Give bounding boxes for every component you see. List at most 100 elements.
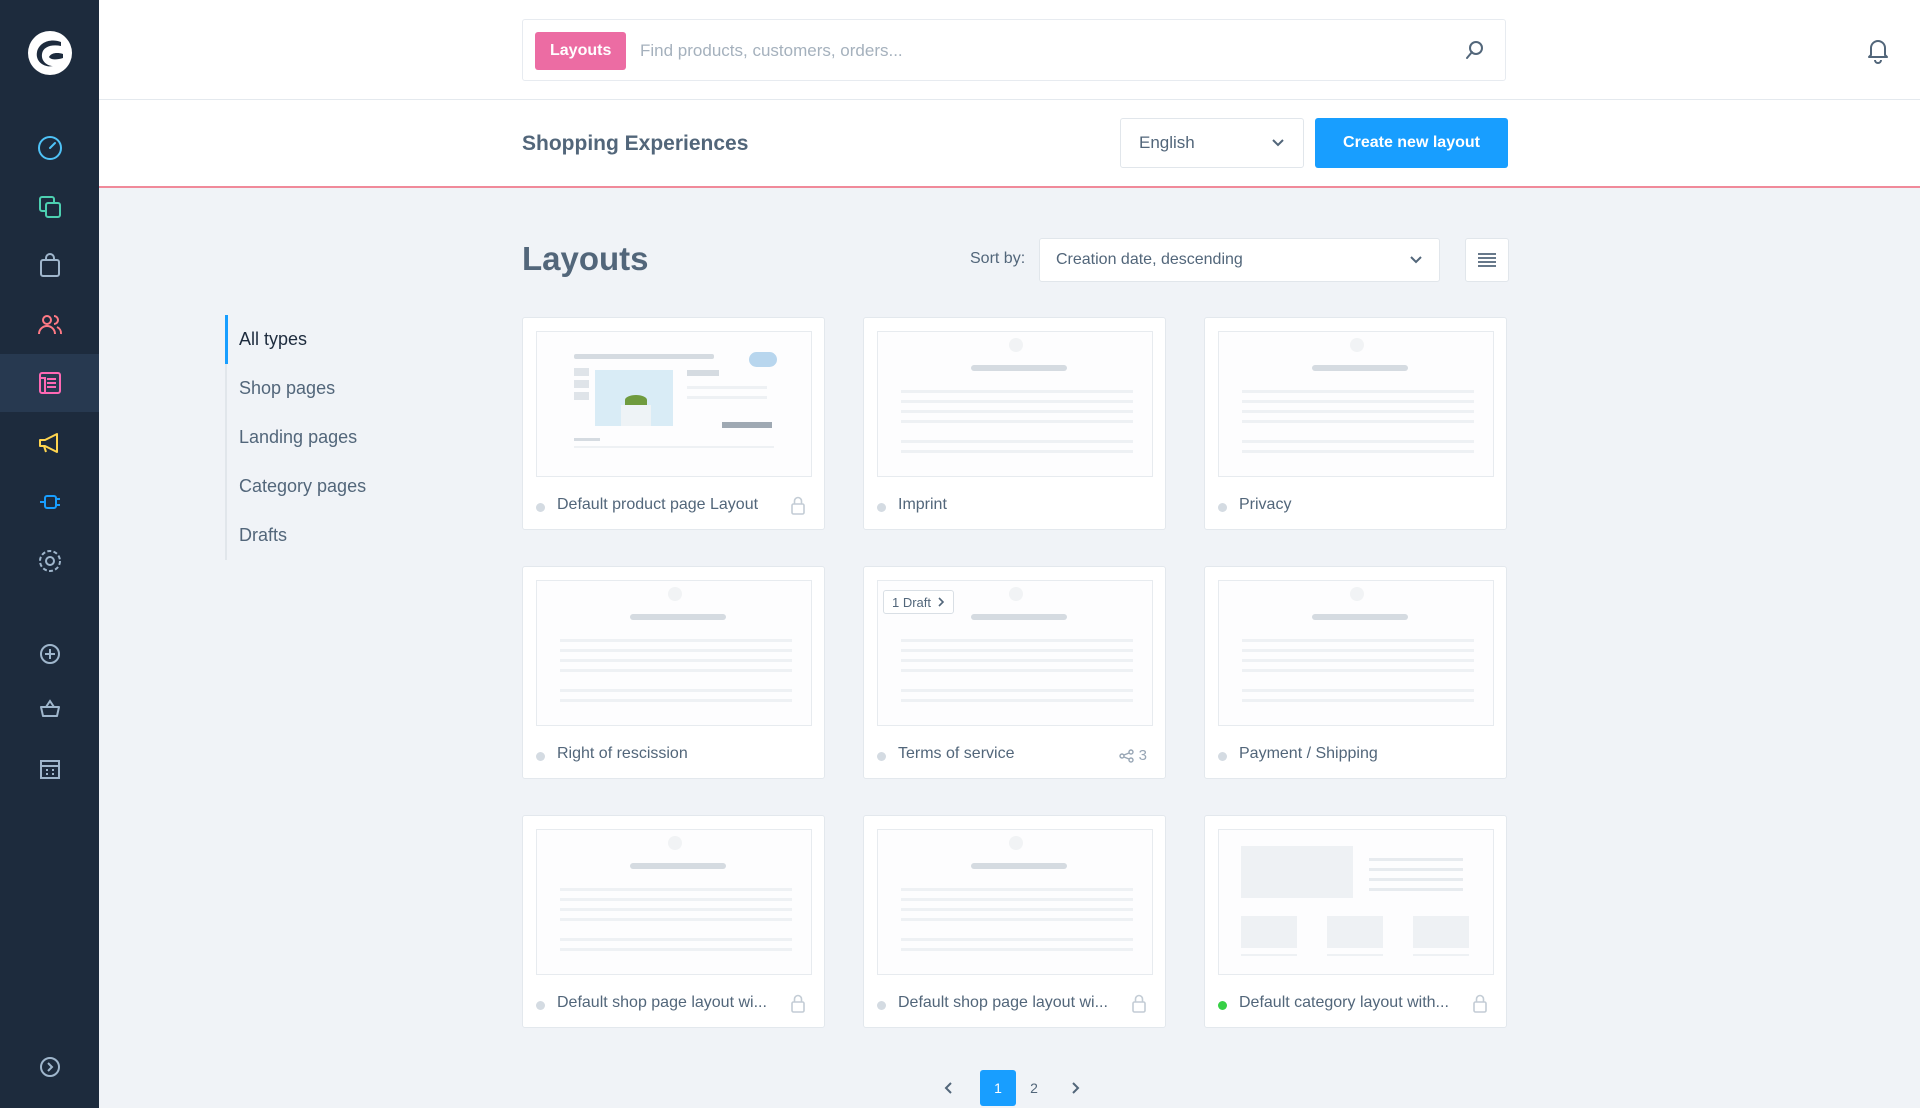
status-dot xyxy=(536,503,545,512)
page-1-button[interactable]: 1 xyxy=(980,1070,1016,1106)
layout-name: Default shop page layout wi... xyxy=(898,994,1108,1011)
basket-icon xyxy=(39,699,60,717)
gear-icon xyxy=(38,550,61,572)
layout-preview xyxy=(536,331,812,477)
plus-circle-icon xyxy=(39,644,60,664)
chevron-right-circle-icon xyxy=(39,1057,60,1077)
layout-card[interactable]: Default shop page layout wi... xyxy=(863,815,1166,1028)
filter-category-pages[interactable]: Category pages xyxy=(227,462,425,511)
layout-preview xyxy=(1218,829,1494,975)
plug-icon xyxy=(39,495,60,509)
nav-content[interactable] xyxy=(0,354,99,412)
list-icon xyxy=(1478,253,1496,267)
store-icon xyxy=(39,760,60,779)
nav-add[interactable] xyxy=(0,625,99,683)
status-dot xyxy=(877,752,886,761)
layout-card[interactable]: Right of rescission xyxy=(522,566,825,779)
layout-name: Payment / Shipping xyxy=(1239,745,1378,762)
layout-card[interactable]: Payment / Shipping xyxy=(1204,566,1507,779)
layout-name: Default product page Layout xyxy=(557,496,759,513)
nav-settings[interactable] xyxy=(0,532,99,590)
nav-dashboard[interactable] xyxy=(0,119,99,177)
bell-icon[interactable] xyxy=(1864,36,1892,64)
nav-catalogues[interactable] xyxy=(0,178,99,236)
nav-marketing[interactable] xyxy=(0,414,99,472)
layouts-heading: Layouts xyxy=(522,240,649,277)
layout-name: Right of rescission xyxy=(557,745,688,762)
layout-preview xyxy=(877,829,1153,975)
next-page-button[interactable] xyxy=(1058,1070,1094,1106)
filter-all-types[interactable]: All types xyxy=(225,315,425,364)
layout-preview xyxy=(536,580,812,726)
language-value: English xyxy=(1139,133,1195,152)
nav-customers[interactable] xyxy=(0,296,99,354)
layout-preview xyxy=(877,331,1153,477)
nav-shop[interactable] xyxy=(0,680,99,738)
page-2-button[interactable]: 2 xyxy=(1016,1070,1052,1106)
chevron-right-icon xyxy=(1072,1082,1080,1094)
assignments-count: 3 xyxy=(1118,747,1147,764)
search-icon[interactable] xyxy=(1463,38,1487,62)
layout-card[interactable]: Default shop page layout wi... xyxy=(522,815,825,1028)
megaphone-icon xyxy=(38,433,58,453)
status-dot-active xyxy=(1218,1001,1227,1010)
list-view-toggle[interactable] xyxy=(1465,238,1509,282)
status-dot xyxy=(1218,752,1227,761)
layout-name: Default shop page layout wi... xyxy=(557,994,767,1011)
filter-landing-pages[interactable]: Landing pages xyxy=(227,413,425,462)
filter-drafts[interactable]: Drafts xyxy=(227,511,425,560)
status-dot xyxy=(536,752,545,761)
layout-name: Terms of service xyxy=(898,745,1015,762)
lock-icon xyxy=(791,994,805,1013)
bag-icon xyxy=(39,253,60,277)
filter-shop-pages[interactable]: Shop pages xyxy=(227,364,425,413)
chevron-down-icon xyxy=(1410,256,1422,264)
chevron-left-icon xyxy=(944,1082,952,1094)
pagination: 1 2 xyxy=(930,1070,1094,1106)
layout-card[interactable]: 1 Draft Terms of service 3 xyxy=(863,566,1166,779)
layout-name: Privacy xyxy=(1239,496,1292,513)
status-dot xyxy=(877,503,886,512)
layout-card[interactable]: Privacy xyxy=(1204,317,1507,530)
status-dot xyxy=(877,1001,886,1010)
create-layout-button[interactable]: Create new layout xyxy=(1315,118,1508,168)
layout-preview xyxy=(1218,580,1494,726)
previous-page-button[interactable] xyxy=(930,1070,966,1106)
global-search[interactable]: Layouts xyxy=(522,19,1506,81)
sort-select[interactable]: Creation date, descending xyxy=(1039,238,1440,282)
layout-name: Imprint xyxy=(898,496,947,513)
admin-sidebar xyxy=(0,0,99,1108)
lock-icon xyxy=(1473,994,1487,1013)
lock-icon xyxy=(791,496,805,515)
nav-expand[interactable] xyxy=(0,1038,99,1096)
lock-icon xyxy=(1132,994,1146,1013)
shopware-logo-icon[interactable] xyxy=(27,30,73,76)
assignments-value: 3 xyxy=(1138,747,1147,764)
nav-extensions[interactable] xyxy=(0,473,99,531)
users-icon xyxy=(37,315,62,335)
copy-icon xyxy=(38,196,61,218)
chevron-down-icon xyxy=(1272,139,1284,147)
status-dot xyxy=(1218,503,1227,512)
nav-orders[interactable] xyxy=(0,237,99,295)
gauge-icon xyxy=(37,136,62,160)
sort-label: Sort by: xyxy=(970,250,1026,267)
share-icon xyxy=(1118,748,1134,763)
chevron-right-icon xyxy=(938,597,945,607)
language-select[interactable]: English xyxy=(1120,118,1304,168)
layout-preview xyxy=(536,829,812,975)
product-image xyxy=(595,370,673,426)
layout-name: Default category layout with... xyxy=(1239,994,1449,1011)
layout-card[interactable]: Default product page Layout xyxy=(522,317,825,530)
search-input[interactable] xyxy=(640,32,1420,70)
draft-label: 1 Draft xyxy=(892,594,932,610)
smart-bar: Shopping Experiences English Create new … xyxy=(99,100,1920,188)
search-type-badge[interactable]: Layouts xyxy=(535,32,627,70)
layout-card[interactable]: Default category layout with... xyxy=(1204,815,1507,1028)
layout-type-filter: All types Shop pages Landing pages Categ… xyxy=(225,315,425,560)
nav-storefront[interactable] xyxy=(0,740,99,798)
draft-badge[interactable]: 1 Draft xyxy=(883,590,955,614)
layout-card[interactable]: Imprint xyxy=(863,317,1166,530)
status-dot xyxy=(536,1001,545,1010)
page-title: Shopping Experiences xyxy=(522,132,749,155)
